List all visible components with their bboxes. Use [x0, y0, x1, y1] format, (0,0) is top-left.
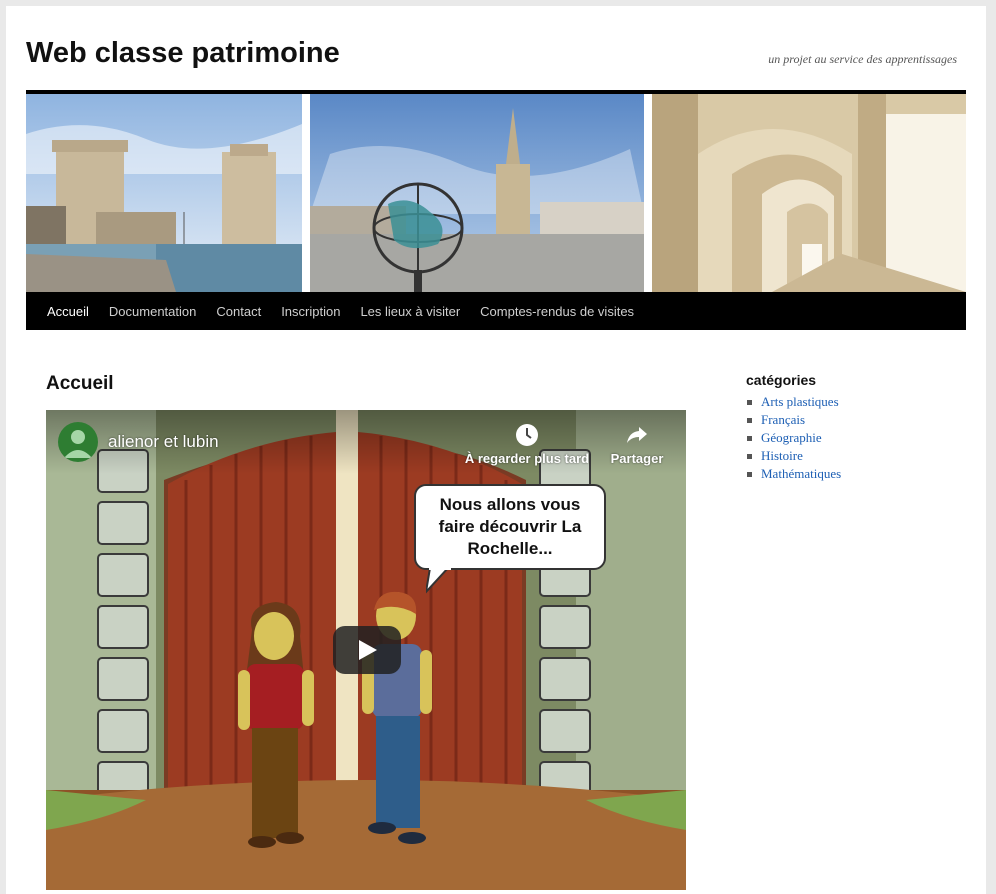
page: Web classe patrimoine un projet au servi…: [6, 6, 986, 894]
nav-item-contact[interactable]: Contact: [216, 304, 261, 319]
speech-bubble: Nous allons vous faire découvrir La Roch…: [414, 484, 606, 570]
video-title[interactable]: alienor et lubin: [108, 432, 219, 452]
watch-later-label: À regarder plus tard: [464, 451, 590, 466]
category-histoire[interactable]: Histoire: [746, 447, 946, 465]
youtube-video-embed[interactable]: Nous allons vous faire découvrir La Roch…: [46, 410, 686, 890]
header-banner[interactable]: [26, 94, 966, 292]
speech-bubble-tail: [426, 568, 451, 594]
nav-item-comptes-rendus[interactable]: Comptes-rendus de visites: [480, 304, 634, 319]
sidebar-categories: catégories Arts plastiques Français Géog…: [746, 372, 946, 483]
page-title: Accueil: [46, 373, 114, 394]
channel-avatar[interactable]: [58, 422, 98, 462]
share-button[interactable]: Partager: [604, 423, 670, 466]
category-mathematiques[interactable]: Mathématiques: [746, 465, 946, 483]
nav-item-accueil[interactable]: Accueil: [47, 304, 89, 319]
nav-item-lieux-a-visiter[interactable]: Les lieux à visiter: [360, 304, 460, 319]
category-geographie[interactable]: Géographie: [746, 429, 946, 447]
play-icon: [359, 640, 377, 660]
video-play-button[interactable]: [333, 626, 401, 674]
speech-bubble-line-2: faire découvrir La: [438, 517, 582, 536]
avatar-person-icon: [64, 430, 92, 458]
categories-list: Arts plastiques Français Géographie Hist…: [746, 393, 946, 483]
banner-photo-arcade: [652, 94, 966, 292]
speech-bubble-line-3: Rochelle...: [467, 539, 553, 558]
clock-icon: [516, 424, 538, 446]
category-arts-plastiques[interactable]: Arts plastiques: [746, 393, 946, 411]
category-francais[interactable]: Français: [746, 411, 946, 429]
speech-bubble-line-1: Nous allons vous: [439, 495, 581, 514]
nav-item-documentation[interactable]: Documentation: [109, 304, 196, 319]
nav-item-inscription[interactable]: Inscription: [281, 304, 340, 319]
site-title[interactable]: Web classe patrimoine: [26, 37, 340, 70]
banner-photo-lantern-tower: [310, 94, 644, 292]
share-arrow-icon: [627, 427, 647, 443]
share-label: Partager: [610, 451, 664, 466]
main-navigation: Accueil Documentation Contact Inscriptio…: [26, 292, 966, 330]
categories-heading: catégories: [746, 372, 817, 388]
banner-photo-towers: [26, 94, 302, 292]
watch-later-button[interactable]: À regarder plus tard: [464, 423, 590, 466]
site-tagline: un projet au service des apprentissages: [768, 52, 957, 66]
